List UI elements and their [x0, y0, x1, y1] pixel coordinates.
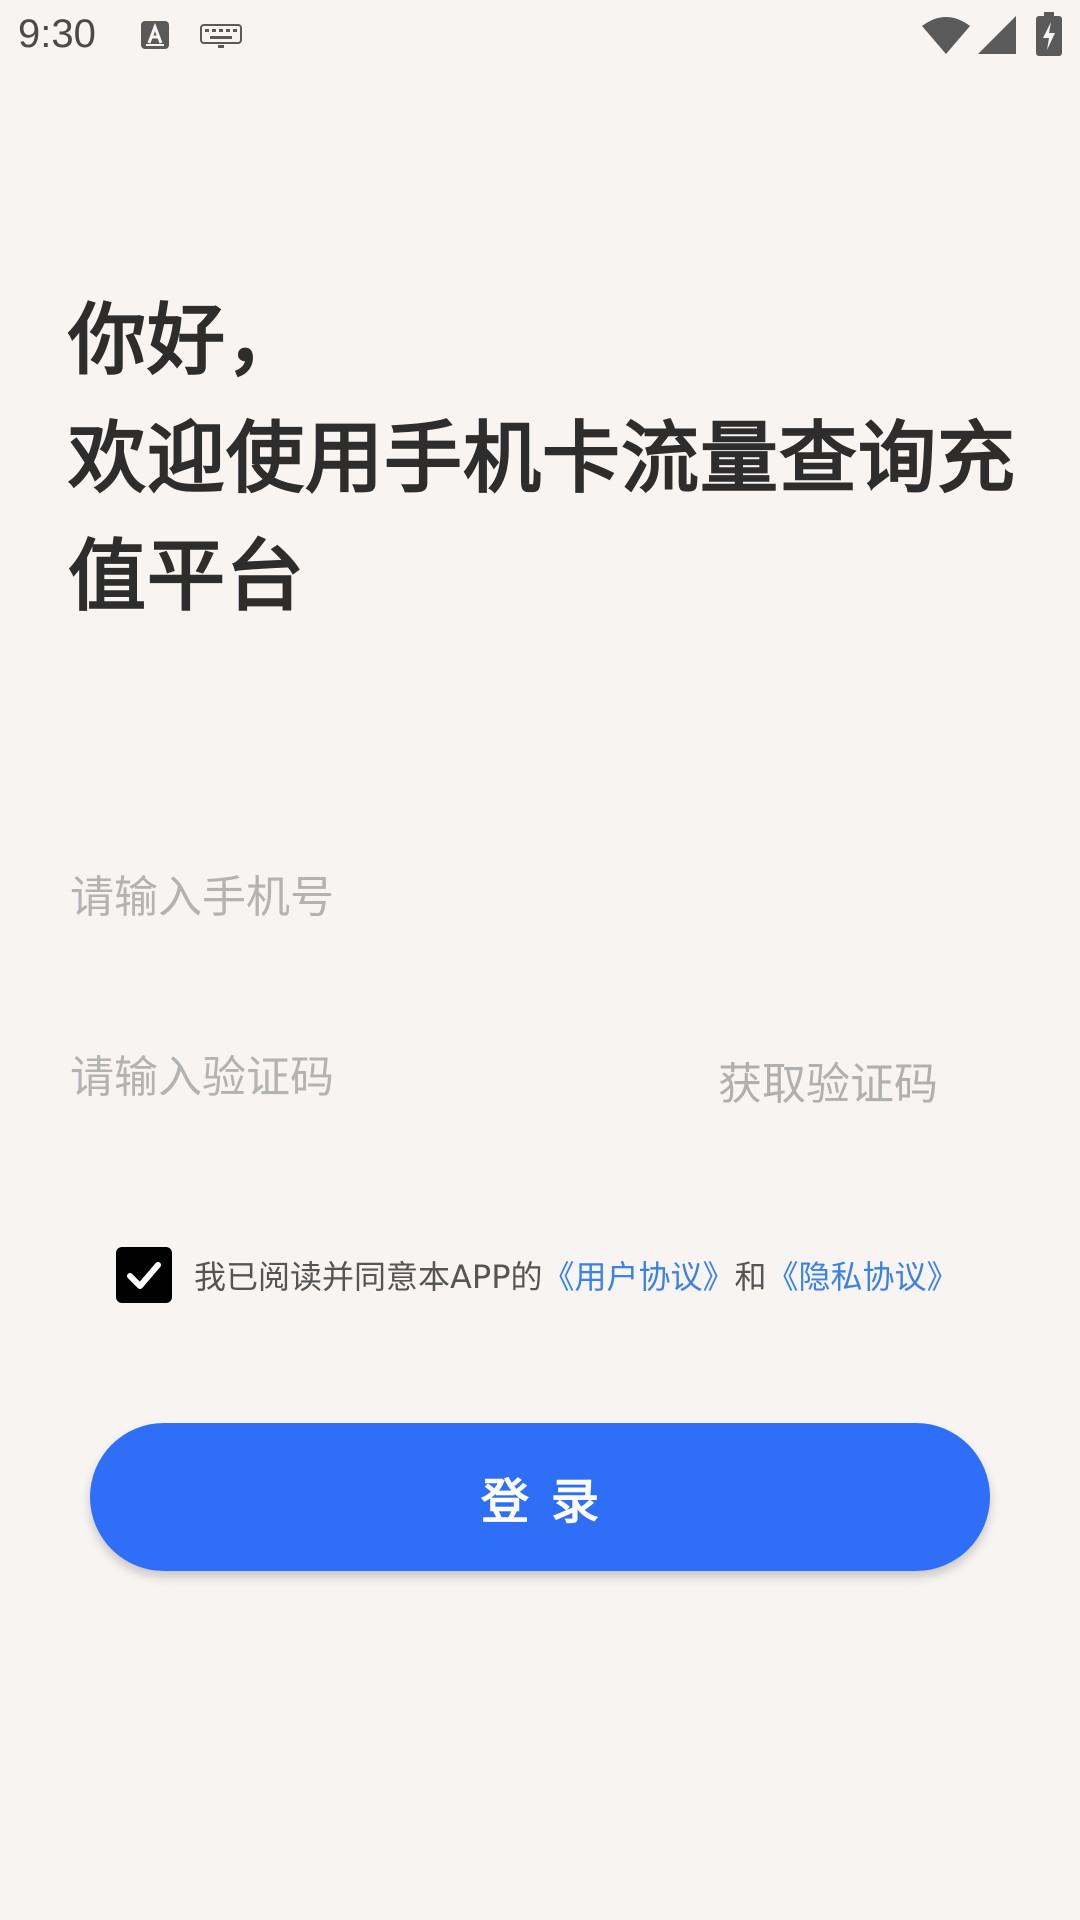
- get-code-button[interactable]: 获取验证码: [718, 1048, 938, 1112]
- privacy-policy-link[interactable]: 《隐私协议》: [767, 1252, 959, 1298]
- user-agreement-link[interactable]: 《用户协议》: [543, 1252, 735, 1298]
- agreement-prefix-text: 我已阅读并同意本APP的: [194, 1258, 543, 1296]
- battery-charging-icon: [1036, 12, 1062, 56]
- signal-icon: [978, 16, 1016, 54]
- phone-input[interactable]: [70, 852, 1010, 942]
- keyboard-icon: [200, 24, 242, 48]
- text-a-icon: [141, 21, 169, 49]
- status-time: 9:30: [18, 12, 96, 56]
- status-bar: 9:30: [0, 0, 1080, 72]
- login-button-label: 登录: [480, 1474, 621, 1530]
- agreement-row: 我已阅读并同意本APP的 《用户协议》 和 《隐私协议》: [116, 1247, 959, 1303]
- verification-code-input[interactable]: [70, 1032, 630, 1122]
- greeting-line-welcome: 欢迎使用手机卡流量查询充值平台: [68, 414, 1017, 622]
- greeting-line-hello: 你好，: [68, 296, 306, 386]
- welcome-heading: 你好， 欢迎使用手机卡流量查询充值平台: [68, 282, 1028, 636]
- agreement-and-text: 和: [734, 1258, 767, 1296]
- wifi-icon: [922, 17, 970, 54]
- agreement-checkbox[interactable]: [116, 1247, 172, 1303]
- login-button[interactable]: 登录: [90, 1423, 990, 1571]
- checkmark-icon: [127, 1262, 161, 1289]
